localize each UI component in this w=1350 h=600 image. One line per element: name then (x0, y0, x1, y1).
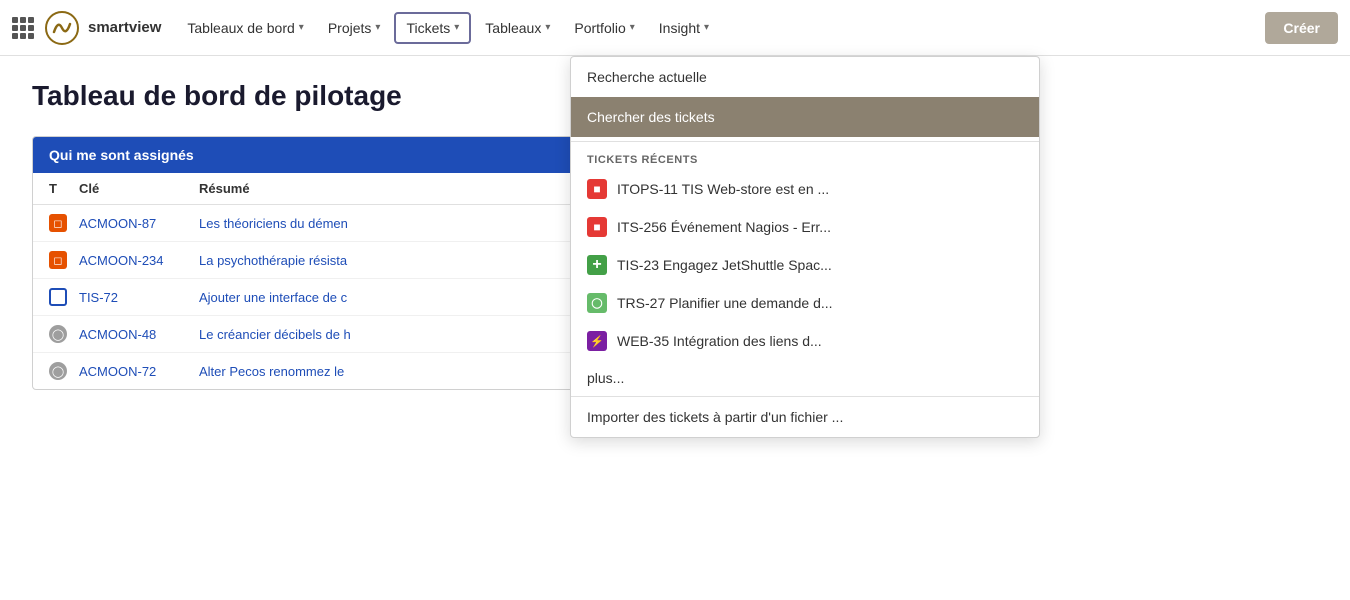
nav-projets[interactable]: Projets ▾ (318, 14, 391, 42)
chevron-down-icon: ▾ (630, 22, 635, 33)
row-type-icon: ◯ (49, 325, 67, 343)
nav-label: Tableaux de bord (187, 20, 294, 36)
nav-label: Portfolio (574, 20, 625, 36)
ticket-item-1[interactable]: ■ ITS-256 Événement Nagios - Err... (571, 208, 1039, 246)
ticket-text: ITOPS-11 TIS Web-store est en ... (617, 181, 829, 197)
row-type-icon (49, 288, 67, 306)
row-summary: Ajouter une interface de c (199, 290, 575, 305)
nav-tableaux[interactable]: Tableaux ▾ (475, 14, 560, 42)
ticket-text: WEB-35 Intégration des liens d... (617, 333, 822, 349)
row-key: TIS-72 (79, 290, 199, 305)
nav-tableaux-de-bord[interactable]: Tableaux de bord ▾ (177, 14, 313, 42)
ticket-item-4[interactable]: ⚡ WEB-35 Intégration des liens d... (571, 322, 1039, 360)
ticket-icon-3: ◯ (587, 293, 607, 313)
chevron-down-icon: ▾ (375, 22, 380, 33)
col-summary: Résumé (199, 181, 575, 196)
ticket-item-2[interactable]: + TIS-23 Engagez JetShuttle Spac... (571, 246, 1039, 284)
ticket-icon-1: ■ (587, 217, 607, 237)
dropdown-more[interactable]: plus... (571, 360, 1039, 396)
row-key: ACMOON-87 (79, 216, 199, 231)
nav-label: Projets (328, 20, 372, 36)
row-type-icon: ◻ (49, 214, 67, 232)
ticket-text: ITS-256 Événement Nagios - Err... (617, 219, 831, 235)
nav-insight[interactable]: Insight ▾ (649, 14, 719, 42)
logo-icon (44, 10, 80, 46)
chevron-down-icon: ▾ (704, 22, 709, 33)
tickets-dropdown: Recherche actuelle Chercher des tickets … (570, 56, 1040, 438)
table-header: Qui me sont assignés (33, 137, 591, 173)
row-summary: Alter Pecos renommez le (199, 364, 575, 379)
ticket-icon-0: ■ (587, 179, 607, 199)
logo-text: smartview (88, 19, 161, 36)
table-row[interactable]: ◻ ACMOON-234 La psychothérapie résista (33, 242, 591, 279)
create-button[interactable]: Créer (1265, 12, 1338, 44)
row-type-icon: ◻ (49, 251, 67, 269)
nav-label: Tickets (406, 20, 450, 36)
table-row[interactable]: ◻ ACMOON-87 Les théoriciens du démen (33, 205, 591, 242)
col-key: Clé (79, 181, 199, 196)
chevron-down-icon: ▾ (545, 22, 550, 33)
table-col-headers: T Clé Résumé (33, 173, 591, 205)
logo[interactable]: smartview (44, 10, 161, 46)
row-summary: Le créancier décibels de h (199, 327, 575, 342)
dropdown-divider (571, 141, 1039, 142)
apps-icon[interactable] (12, 17, 34, 39)
col-type: T (49, 181, 79, 196)
assigned-table: Qui me sont assignés T Clé Résumé ◻ ACMO… (32, 136, 592, 390)
ticket-text: TRS-27 Planifier une demande d... (617, 295, 833, 311)
ticket-icon-2: + (587, 255, 607, 275)
dropdown-recherche-actuelle[interactable]: Recherche actuelle (571, 57, 1039, 97)
dropdown-item-label: Chercher des tickets (587, 109, 715, 125)
nav-tickets[interactable]: Tickets ▾ (394, 12, 471, 44)
dropdown-import[interactable]: Importer des tickets à partir d'un fichi… (571, 396, 1039, 437)
chevron-down-icon: ▾ (299, 22, 304, 33)
ticket-icon-4: ⚡ (587, 331, 607, 351)
dropdown-item-label: Recherche actuelle (587, 69, 707, 85)
dropdown-chercher-tickets[interactable]: Chercher des tickets (571, 97, 1039, 137)
row-summary: Les théoriciens du démen (199, 216, 575, 231)
table-row[interactable]: ◯ ACMOON-48 Le créancier décibels de h (33, 316, 591, 353)
row-summary: La psychothérapie résista (199, 253, 575, 268)
chevron-down-icon: ▾ (454, 22, 459, 33)
ticket-item-3[interactable]: ◯ TRS-27 Planifier une demande d... (571, 284, 1039, 322)
dropdown-section-label: TICKETS RÉCENTS (571, 146, 1039, 170)
row-key: ACMOON-234 (79, 253, 199, 268)
row-key: ACMOON-72 (79, 364, 199, 379)
nav-label: Insight (659, 20, 700, 36)
nav-portfolio[interactable]: Portfolio ▾ (564, 14, 644, 42)
table-row[interactable]: TIS-72 Ajouter une interface de c (33, 279, 591, 316)
ticket-text: TIS-23 Engagez JetShuttle Spac... (617, 257, 832, 273)
ticket-item-0[interactable]: ■ ITOPS-11 TIS Web-store est en ... (571, 170, 1039, 208)
row-key: ACMOON-48 (79, 327, 199, 342)
row-type-icon: ◯ (49, 362, 67, 380)
nav-label: Tableaux (485, 20, 541, 36)
table-row[interactable]: ◯ ACMOON-72 Alter Pecos renommez le (33, 353, 591, 389)
navbar: smartview Tableaux de bord ▾ Projets ▾ T… (0, 0, 1350, 56)
